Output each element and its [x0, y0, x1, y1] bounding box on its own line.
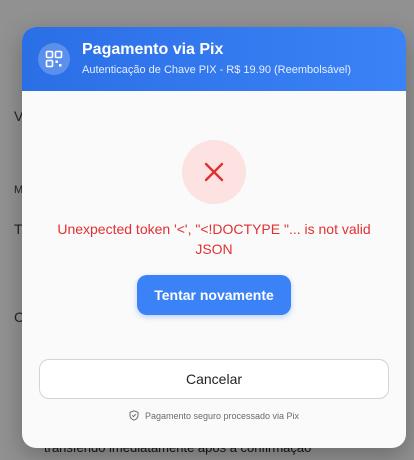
- modal-title: Pagamento via Pix: [82, 41, 224, 58]
- secure-payment-note: Pagamento seguro processado via Pix: [22, 410, 406, 421]
- close-x-icon: [204, 162, 224, 182]
- retry-button[interactable]: Tentar novamente: [137, 275, 291, 315]
- modal-header: Pagamento via Pix Autenticação de Chave …: [22, 27, 406, 91]
- error-icon-container: [182, 140, 246, 204]
- qr-code-icon: [38, 43, 70, 75]
- shield-check-icon: [129, 410, 139, 421]
- secure-note-text: Pagamento seguro processado via Pix: [144, 410, 300, 421]
- pix-payment-modal: Pagamento via Pix Autenticação de Chave …: [22, 27, 406, 448]
- cancel-button[interactable]: Cancelar: [39, 359, 389, 399]
- error-message: Unexpected token '<', "<!DOCTYPE "... is…: [57, 221, 371, 257]
- modal-subtitle: Autenticação de Chave PIX - R$ 19.90 (Re…: [82, 64, 352, 76]
